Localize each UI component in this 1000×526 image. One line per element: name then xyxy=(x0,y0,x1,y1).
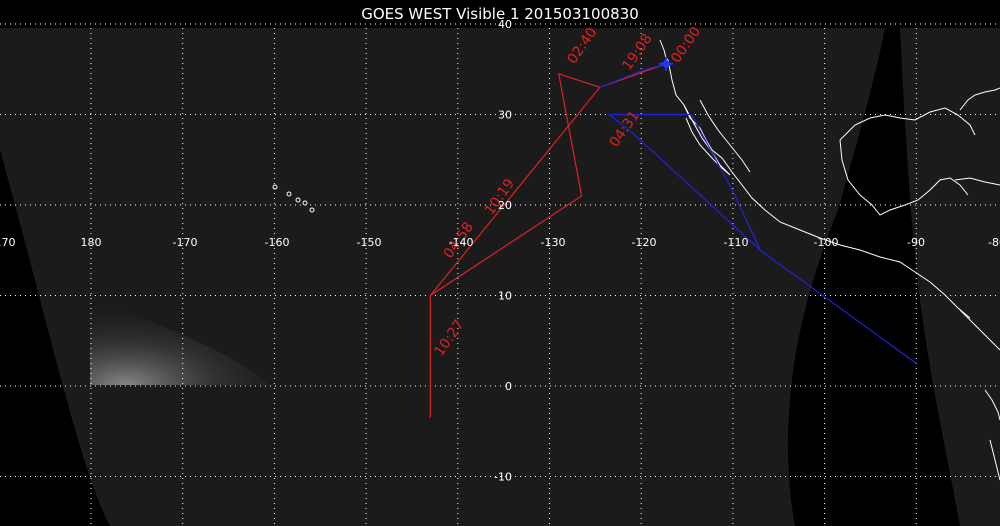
lat-tick-label: -10 xyxy=(494,471,512,484)
lon-tick-label: 180 xyxy=(81,236,102,249)
satellite-map-view: 10:2704:5810:1902:4019:0800:0004:31 1701… xyxy=(0,0,1000,526)
map-canvas: 10:2704:5810:1902:4019:0800:0004:31 1701… xyxy=(0,5,1000,526)
lat-tick-label: 10 xyxy=(498,290,512,303)
lon-tick-label: -80 xyxy=(988,236,1000,249)
lon-tick-label: -90 xyxy=(907,236,925,249)
lon-tick-label: -110 xyxy=(724,236,749,249)
lon-tick-label: -100 xyxy=(814,236,839,249)
lon-tick-label: -120 xyxy=(632,236,657,249)
lon-tick-label: -130 xyxy=(541,236,566,249)
earth-disk xyxy=(0,28,885,526)
lat-tick-label: 30 xyxy=(498,109,512,122)
lon-tick-label: -150 xyxy=(357,236,382,249)
lon-tick-label: -140 xyxy=(449,236,474,249)
image-title: GOES WEST Visible 1 201503100830 xyxy=(361,5,639,23)
lon-tick-label: -170 xyxy=(173,236,198,249)
lon-tick-label: -160 xyxy=(265,236,290,249)
lon-tick-label: 170 xyxy=(0,236,16,249)
earth-disk-right xyxy=(900,28,1000,526)
lat-tick-label: 0 xyxy=(505,380,512,393)
lat-tick-label: 20 xyxy=(498,199,512,212)
